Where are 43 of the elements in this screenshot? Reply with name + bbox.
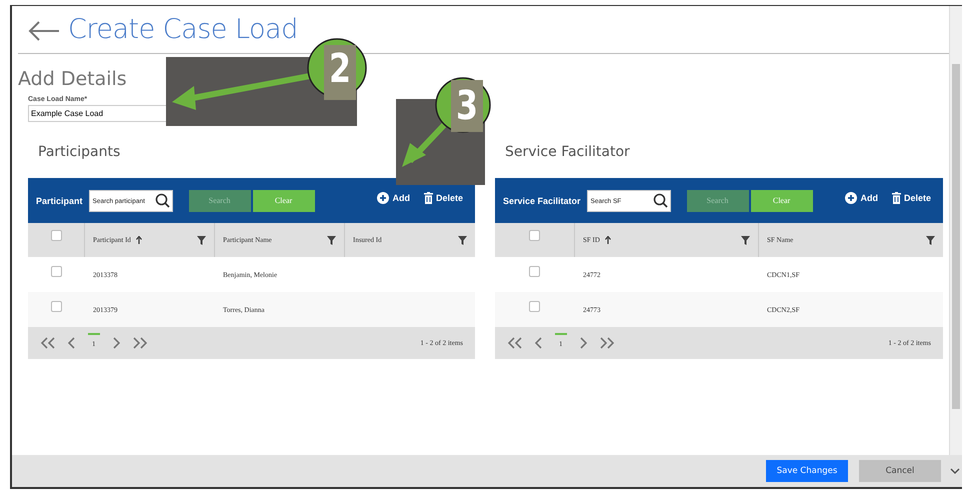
checkbox[interactable] — [529, 301, 540, 312]
next-page-icon[interactable] — [578, 337, 586, 349]
filter-icon[interactable] — [197, 236, 206, 244]
checkbox[interactable] — [50, 230, 62, 241]
next-page-icon[interactable] — [112, 337, 120, 349]
first-page-icon[interactable] — [40, 337, 56, 349]
panel-title: Service Facilitator — [504, 144, 631, 162]
checkbox[interactable] — [529, 266, 540, 277]
checkbox[interactable] — [50, 266, 62, 277]
panel-title: Participants — [37, 144, 122, 162]
add-button[interactable]: Add — [373, 192, 414, 204]
toolbar-label: Service Facilitator — [503, 196, 581, 206]
step-number-badge: 2 — [307, 38, 367, 100]
step-number-badge: 3 — [435, 77, 491, 133]
first-page-icon[interactable] — [507, 337, 523, 349]
toolbar-label: Participant — [36, 196, 83, 206]
add-button[interactable]: Add — [841, 192, 882, 204]
plus-circle-icon — [845, 192, 858, 204]
previous-page-icon[interactable] — [535, 337, 543, 349]
delete-button[interactable]: Delete — [420, 192, 467, 204]
checkbox[interactable] — [529, 230, 540, 241]
search-icon — [154, 193, 170, 208]
last-page-icon[interactable] — [132, 337, 148, 349]
checkbox[interactable] — [50, 301, 62, 312]
cancel-button[interactable]: Cancel — [859, 460, 941, 482]
filter-icon[interactable] — [327, 236, 336, 244]
filter-icon[interactable] — [741, 236, 750, 244]
search-icon — [652, 193, 668, 208]
filter-icon[interactable] — [458, 236, 467, 244]
save-changes-button[interactable]: Save Changes — [766, 460, 848, 482]
chevron-down-icon[interactable] — [950, 468, 960, 474]
delete-button[interactable]: Delete — [888, 192, 935, 204]
annotation-arrow — [402, 120, 448, 167]
last-page-icon[interactable] — [598, 337, 614, 349]
filter-icon[interactable] — [926, 236, 935, 244]
trash-icon — [424, 192, 433, 204]
scrollbar[interactable] — [949, 6, 962, 455]
back-arrow-icon[interactable] — [28, 20, 60, 40]
trash-icon — [892, 192, 901, 204]
plus-circle-icon — [377, 192, 390, 204]
section-title: Add Details — [18, 68, 128, 90]
previous-page-icon[interactable] — [68, 337, 76, 349]
page-title: Create Case Load — [68, 14, 298, 45]
